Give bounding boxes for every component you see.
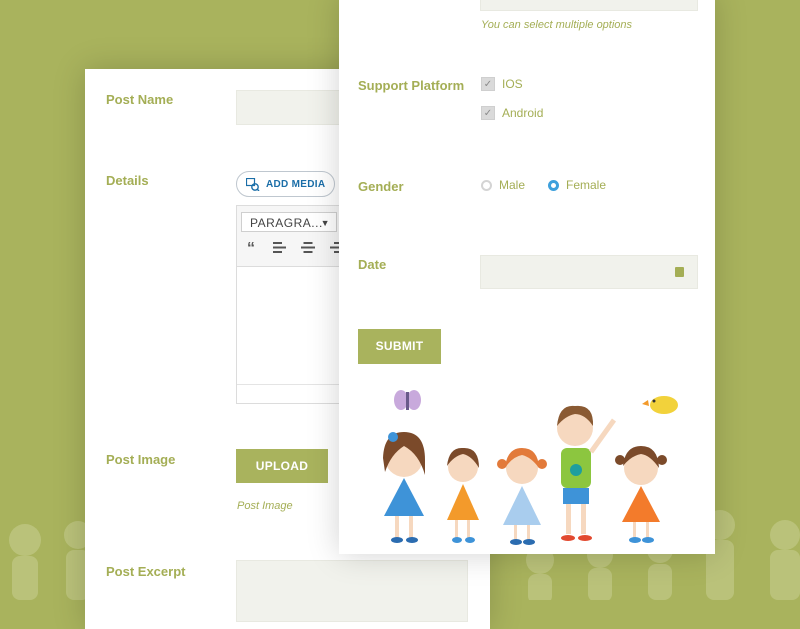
add-media-icon [246, 177, 260, 191]
butterfly-icon [394, 390, 421, 410]
format-select-value: PARAGRA... [250, 216, 323, 230]
post-image-label: Post Image [106, 452, 176, 467]
gender-label: Gender [358, 179, 404, 194]
multi-select-input[interactable] [480, 0, 698, 11]
kids-illustration [383, 390, 678, 545]
checkbox-android[interactable]: ✓ Android [481, 106, 543, 120]
checkbox-ios[interactable]: ✓ IOS [481, 77, 523, 91]
post-excerpt-label: Post Excerpt [106, 564, 186, 579]
multi-select-hint: You can select multiple options [481, 19, 633, 31]
radio-female[interactable]: Female [548, 178, 606, 192]
date-label: Date [358, 257, 387, 272]
post-excerpt-input[interactable] [236, 560, 468, 622]
kid-girl-red [615, 446, 667, 543]
checkbox-ios-label: IOS [502, 77, 523, 91]
date-input[interactable] [480, 255, 698, 289]
format-select[interactable]: PARAGRA... ▼ [241, 212, 337, 232]
details-label: Details [106, 173, 149, 188]
bird-icon [642, 396, 678, 414]
align-left-icon[interactable] [273, 242, 287, 253]
blockquote-icon[interactable]: “ [247, 240, 255, 258]
post-name-label: Post Name [106, 92, 174, 107]
submit-button[interactable]: SUBMIT [358, 329, 441, 364]
radio-male[interactable]: Male [481, 178, 525, 192]
upload-button[interactable]: UPLOAD [236, 449, 328, 483]
add-media-label: ADD MEDIA [266, 178, 326, 190]
chevron-down-icon: ▼ [320, 218, 330, 228]
radio-female-label: Female [566, 178, 607, 192]
add-media-button[interactable]: ADD MEDIA [236, 171, 336, 197]
kid-girl-lightblue [497, 448, 547, 545]
kid-girl-orange [447, 447, 479, 543]
kid-girl-blue [383, 432, 425, 543]
radio-female-circle[interactable] [548, 179, 559, 191]
options-form-card: You can select multiple options Support … [339, 0, 715, 554]
radio-male-circle[interactable] [481, 179, 492, 191]
calendar-icon[interactable] [675, 267, 684, 277]
radio-male-label: Male [499, 178, 526, 192]
checkbox-android-box[interactable]: ✓ [481, 106, 495, 120]
kid-boy-green [557, 405, 617, 541]
checkbox-ios-box[interactable]: ✓ [481, 77, 495, 91]
checkbox-android-label: Android [502, 106, 544, 120]
post-image-hint: Post Image [237, 500, 293, 512]
support-platform-label: Support Platform [358, 78, 465, 93]
align-center-icon[interactable] [301, 242, 315, 253]
